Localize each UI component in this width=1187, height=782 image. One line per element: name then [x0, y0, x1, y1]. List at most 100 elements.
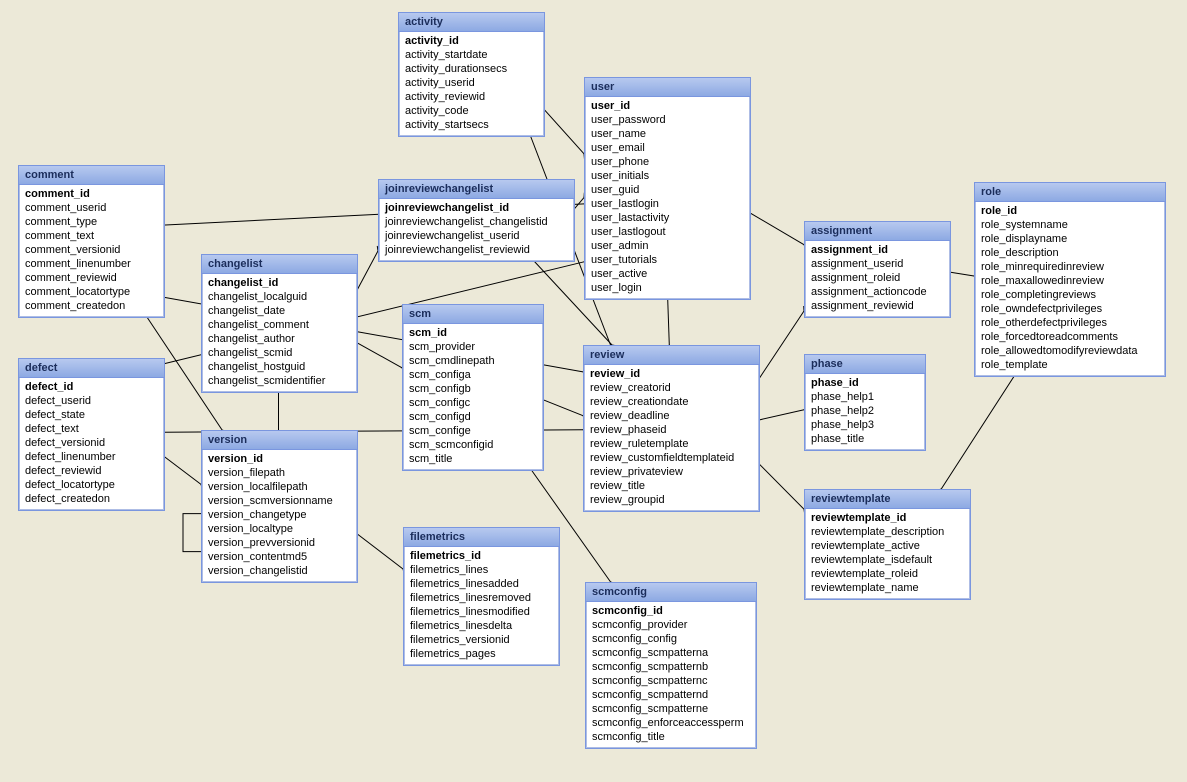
column[interactable]: review_privateview	[588, 465, 755, 479]
column[interactable]: defect_state	[23, 408, 160, 422]
column-pk[interactable]: version_id	[206, 452, 353, 466]
column-pk[interactable]: role_id	[979, 204, 1161, 218]
column[interactable]: defect_text	[23, 422, 160, 436]
column[interactable]: version_filepath	[206, 466, 353, 480]
column[interactable]: changelist_scmidentifier	[206, 374, 353, 388]
column[interactable]: user_tutorials	[589, 253, 746, 267]
column[interactable]: comment_reviewid	[23, 271, 160, 285]
entity-version[interactable]: version version_idversion_filepathversion…	[201, 430, 358, 583]
column[interactable]: role_systemname	[979, 218, 1161, 232]
column[interactable]: changelist_author	[206, 332, 353, 346]
column[interactable]: scm_confige	[407, 424, 539, 438]
column[interactable]: scm_cmdlinepath	[407, 354, 539, 368]
column[interactable]: defect_reviewid	[23, 464, 160, 478]
column[interactable]: assignment_userid	[809, 257, 946, 271]
entity-filemetrics[interactable]: filemetricsfilemetrics_idfilemetrics_lin…	[403, 527, 560, 666]
column-pk[interactable]: phase_id	[809, 376, 921, 390]
column[interactable]: role_description	[979, 246, 1161, 260]
entity-header[interactable]: phase	[805, 355, 925, 374]
column[interactable]: version_scmversionname	[206, 494, 353, 508]
column[interactable]: changelist_comment	[206, 318, 353, 332]
column[interactable]: user_guid	[589, 183, 746, 197]
column-pk[interactable]: joinreviewchangelist_id	[383, 201, 570, 215]
entity-header[interactable]: version	[202, 431, 357, 450]
column[interactable]: version_changetype	[206, 508, 353, 522]
column[interactable]: assignment_reviewid	[809, 299, 946, 313]
column[interactable]: comment_linenumber	[23, 257, 160, 271]
column[interactable]: review_creationdate	[588, 395, 755, 409]
column[interactable]: role_otherdefectprivileges	[979, 316, 1161, 330]
column[interactable]: joinreviewchangelist_userid	[383, 229, 570, 243]
column[interactable]: reviewtemplate_active	[809, 539, 966, 553]
column[interactable]: joinreviewchangelist_reviewid	[383, 243, 570, 257]
column[interactable]: scmconfig_scmpatternc	[590, 674, 752, 688]
column[interactable]: user_admin	[589, 239, 746, 253]
column[interactable]: user_name	[589, 127, 746, 141]
column[interactable]: user_login	[589, 281, 746, 295]
column[interactable]: review_groupid	[588, 493, 755, 507]
column[interactable]: activity_startdate	[403, 48, 540, 62]
entity-header[interactable]: user	[585, 78, 750, 97]
column[interactable]: user_lastactivity	[589, 211, 746, 225]
column-pk[interactable]: comment_id	[23, 187, 160, 201]
column[interactable]: version_prevversionid	[206, 536, 353, 550]
column[interactable]: defect_versionid	[23, 436, 160, 450]
column[interactable]: scmconfig_scmpatterna	[590, 646, 752, 660]
column[interactable]: activity_userid	[403, 76, 540, 90]
entity-header[interactable]: scmconfig	[586, 583, 756, 602]
entity-header[interactable]: review	[584, 346, 759, 365]
entity-header[interactable]: defect	[19, 359, 164, 378]
entity-changelist[interactable]: changelistchangelist_idchangelist_localg…	[201, 254, 358, 393]
column[interactable]: comment_versionid	[23, 243, 160, 257]
column-pk[interactable]: assignment_id	[809, 243, 946, 257]
column[interactable]: role_template	[979, 358, 1161, 372]
entity-header[interactable]: role	[975, 183, 1165, 202]
column[interactable]: phase_help2	[809, 404, 921, 418]
column[interactable]: scmconfig_enforceaccessperm	[590, 716, 752, 730]
entity-role[interactable]: role role_idrole_systemnamerole_displayna…	[974, 182, 1166, 377]
entity-user[interactable]: useruser_iduser_passworduser_nameuser_em…	[584, 77, 751, 300]
column[interactable]: role_owndefectprivileges	[979, 302, 1161, 316]
entity-header[interactable]: assignment	[805, 222, 950, 241]
entity-scm[interactable]: scmscm_idscm_providerscm_cmdlinepathscm_…	[402, 304, 544, 471]
column[interactable]: activity_code	[403, 104, 540, 118]
entity-reviewtemplate[interactable]: reviewtemplatereviewtemplate_idreviewtem…	[804, 489, 971, 600]
column[interactable]: activity_reviewid	[403, 90, 540, 104]
entity-phase[interactable]: phasephase_idphase_help1phase_help2phase…	[804, 354, 926, 451]
column[interactable]: changelist_date	[206, 304, 353, 318]
column[interactable]: user_initials	[589, 169, 746, 183]
entity-header[interactable]: comment	[19, 166, 164, 185]
column[interactable]: filemetrics_lines	[408, 563, 555, 577]
column[interactable]: scm_configb	[407, 382, 539, 396]
column-pk[interactable]: scm_id	[407, 326, 539, 340]
column[interactable]: role_displayname	[979, 232, 1161, 246]
column[interactable]: phase_help3	[809, 418, 921, 432]
column[interactable]: comment_type	[23, 215, 160, 229]
entity-header[interactable]: joinreviewchangelist	[379, 180, 574, 199]
column-pk[interactable]: review_id	[588, 367, 755, 381]
entity-joinreviewchangelist[interactable]: joinreviewchangelist joinreviewchangelist…	[378, 179, 575, 262]
column[interactable]: role_minrequiredinreview	[979, 260, 1161, 274]
column[interactable]: user_email	[589, 141, 746, 155]
column[interactable]: scm_scmconfigid	[407, 438, 539, 452]
column[interactable]: reviewtemplate_roleid	[809, 567, 966, 581]
column[interactable]: assignment_actioncode	[809, 285, 946, 299]
column[interactable]: filemetrics_pages	[408, 647, 555, 661]
entity-header[interactable]: activity	[399, 13, 544, 32]
column-pk[interactable]: defect_id	[23, 380, 160, 394]
column[interactable]: version_changelistid	[206, 564, 353, 578]
column[interactable]: scmconfig_config	[590, 632, 752, 646]
entity-assignment[interactable]: assignment assignment_idassignment_userid…	[804, 221, 951, 318]
column[interactable]: scm_configc	[407, 396, 539, 410]
column[interactable]: filemetrics_linesdelta	[408, 619, 555, 633]
column[interactable]: changelist_scmid	[206, 346, 353, 360]
column[interactable]: user_phone	[589, 155, 746, 169]
column[interactable]: changelist_hostguid	[206, 360, 353, 374]
column[interactable]: filemetrics_linesmodified	[408, 605, 555, 619]
entity-header[interactable]: scm	[403, 305, 543, 324]
column[interactable]: defect_linenumber	[23, 450, 160, 464]
column[interactable]: role_allowedtomodifyreviewdata	[979, 344, 1161, 358]
entity-comment[interactable]: commentcomment_idcomment_useridcomment_t…	[18, 165, 165, 318]
column-pk[interactable]: scmconfig_id	[590, 604, 752, 618]
column[interactable]: assignment_roleid	[809, 271, 946, 285]
